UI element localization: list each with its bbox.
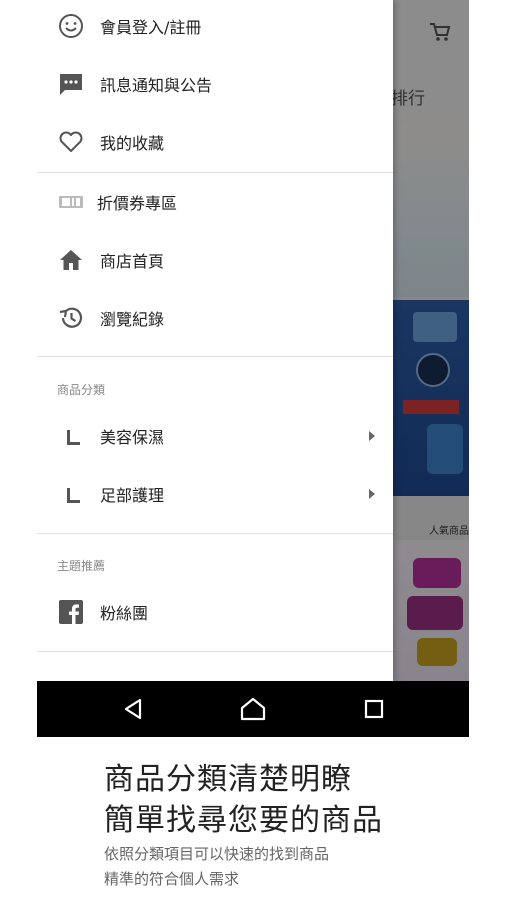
drawer-item-favorites[interactable]: 我的收藏 — [37, 116, 393, 168]
message-icon — [57, 70, 85, 98]
drawer-item-label: 折價券專區 — [97, 194, 178, 213]
subcategory-icon — [67, 488, 80, 503]
home-icon — [57, 246, 85, 274]
drawer-divider — [37, 533, 393, 534]
drawer-item-store-home[interactable]: 商店首頁 — [37, 234, 393, 286]
heart-icon — [57, 128, 85, 156]
history-icon — [57, 304, 85, 332]
chevron-right-icon — [369, 489, 375, 499]
category-item-beauty[interactable]: 美容保濕 — [37, 410, 393, 462]
drawer-item-label: 訊息通知與公告 — [100, 76, 213, 95]
navigation-drawer: 會員登入/註冊 訊息通知與公告 我的收藏 折價券專區 商店首頁 瀏覽紀錄 商品分… — [37, 0, 393, 681]
recents-icon[interactable] — [360, 695, 388, 723]
category-item-label: 美容保濕 — [100, 428, 165, 447]
drawer-item-label: 瀏覽紀錄 — [100, 310, 165, 329]
caption-headline: 簡單找尋您要的商品 — [104, 803, 383, 838]
drawer-item-notifications[interactable]: 訊息通知與公告 — [37, 58, 393, 110]
category-item-foot-care[interactable]: 足部護理 — [37, 468, 393, 520]
drawer-item-coupons[interactable]: 折價券專區 — [37, 176, 393, 228]
smiley-icon — [57, 12, 85, 40]
back-icon[interactable] — [119, 695, 147, 723]
drawer-item-login[interactable]: 會員登入/註冊 — [37, 0, 393, 52]
drawer-item-label: 商店首頁 — [100, 252, 165, 271]
subcategory-icon — [67, 430, 80, 445]
caption-headline: 商品分類清楚明瞭 — [104, 762, 352, 797]
drawer-divider — [37, 356, 393, 357]
facebook-icon — [57, 598, 85, 626]
chevron-right-icon — [369, 431, 375, 441]
caption-subtext: 依照分類項目可以快速的找到商品 — [104, 845, 330, 863]
drawer-divider — [37, 172, 393, 173]
phone-screen: 排行 人氣商品 會員登入/註冊 訊息通知與公告 我的收藏 折價券專區 商店首頁 … — [37, 0, 469, 737]
drawer-item-label: 會員登入/註冊 — [100, 18, 202, 37]
drawer-item-fan-page[interactable]: 粉絲團 — [37, 586, 393, 638]
section-header-categories: 商品分類 — [57, 383, 106, 397]
drawer-divider — [37, 651, 393, 652]
drawer-item-history[interactable]: 瀏覽紀錄 — [37, 292, 393, 344]
section-header-topics: 主題推薦 — [57, 559, 106, 573]
drawer-item-label: 粉絲團 — [100, 604, 149, 623]
coupon-icon — [57, 188, 85, 216]
drawer-item-label: 我的收藏 — [100, 134, 165, 153]
system-navigation-bar — [37, 681, 469, 737]
caption-subtext: 精準的符合個人需求 — [104, 870, 240, 888]
home-nav-icon[interactable] — [239, 695, 267, 723]
category-item-label: 足部護理 — [100, 486, 165, 505]
